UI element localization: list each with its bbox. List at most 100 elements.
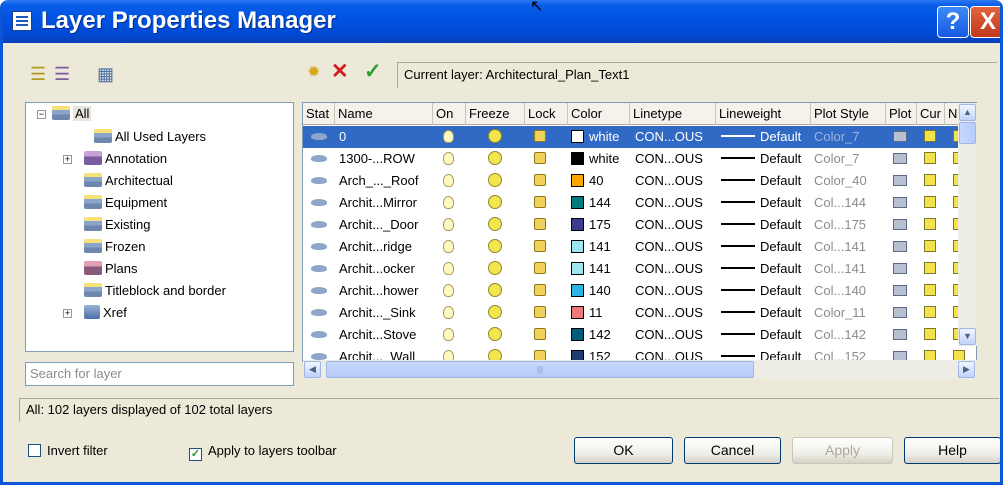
delete-layer-icon[interactable]: ✕ [331, 61, 349, 82]
col-header-lineweight[interactable]: Lineweight [716, 103, 811, 125]
layer-lineweight[interactable]: Default [721, 170, 809, 192]
set-current-icon[interactable]: ✓ [364, 61, 382, 82]
layer-row[interactable]: 1300-...ROW white CON...OUS Default Color_7 [303, 148, 976, 170]
checkbox-box[interactable] [28, 444, 41, 457]
layer-name[interactable]: 1300-...ROW [339, 148, 431, 170]
layer-linetype[interactable]: CON...OUS [635, 236, 715, 258]
layer-row[interactable]: Archit...ridge 141 CON...OUS Default Col...1… [303, 236, 976, 258]
printer-plot-icon[interactable] [893, 175, 907, 186]
unlocked-padlock-icon[interactable] [534, 306, 546, 318]
layer-plot-style[interactable]: Color_7 [814, 126, 884, 148]
layer-color[interactable]: 141 [571, 236, 631, 258]
layer-lineweight[interactable]: Default [721, 214, 809, 236]
col-header-on[interactable]: On [433, 103, 466, 125]
sun-thawed-icon[interactable] [488, 283, 502, 297]
sun-thawed-icon[interactable] [488, 217, 502, 231]
layer-row[interactable]: Archit..._Door 175 CON...OUS Default Col...1… [303, 214, 976, 236]
printer-plot-icon[interactable] [893, 285, 907, 296]
layer-name[interactable]: Archit...Mirror [339, 192, 431, 214]
col-header-linetype[interactable]: Linetype [630, 103, 716, 125]
layer-plot-style[interactable]: Col...140 [814, 280, 884, 302]
layer-lineweight[interactable]: Default [721, 192, 809, 214]
printer-plot-icon[interactable] [893, 197, 907, 208]
layer-name[interactable]: Archit...hower [339, 280, 431, 302]
tree-node-xref[interactable]: Xref [84, 304, 127, 322]
lightbulb-on-icon[interactable] [443, 218, 454, 231]
layer-linetype[interactable]: CON...OUS [635, 214, 715, 236]
layer-plot-style[interactable]: Color_7 [814, 148, 884, 170]
tree-node-all-used-layers[interactable]: All Used Layers [94, 128, 206, 146]
new-layer-icon[interactable]: ✹ [307, 63, 320, 83]
col-header-cur[interactable]: Cur [917, 103, 945, 125]
tree-node-existing[interactable]: Existing [84, 216, 151, 234]
layer-linetype[interactable]: CON...OUS [635, 280, 715, 302]
layer-row[interactable]: Archit...ocker 141 CON...OUS Default Col...1… [303, 258, 976, 280]
cancel-button[interactable]: Cancel [684, 437, 781, 464]
layer-name[interactable]: Arch_..._Roof [339, 170, 431, 192]
sun-thawed-icon[interactable] [488, 327, 502, 341]
col-header-stat[interactable]: Stat [303, 103, 335, 125]
layer-color[interactable]: 175 [571, 214, 631, 236]
layer-plot-style[interactable]: Color_40 [814, 170, 884, 192]
layer-linetype[interactable]: CON...OUS [635, 302, 715, 324]
tree-node-architectual[interactable]: Architectual [84, 172, 173, 190]
layer-plot-style[interactable]: Col...142 [814, 324, 884, 346]
layer-linetype[interactable]: CON...OUS [635, 324, 715, 346]
layer-name[interactable]: 0 [339, 126, 431, 148]
unlocked-padlock-icon[interactable] [534, 328, 546, 340]
layer-color[interactable]: 142 [571, 324, 631, 346]
lightbulb-on-icon[interactable] [443, 240, 454, 253]
printer-plot-icon[interactable] [893, 219, 907, 230]
scroll-right-button[interactable]: ▶ [958, 361, 975, 378]
col-header-name[interactable]: Name [335, 103, 433, 125]
sun-thawed-icon[interactable] [488, 261, 502, 275]
current-vp-freeze-icon[interactable] [924, 174, 936, 186]
layer-lineweight[interactable]: Default [721, 280, 809, 302]
layer-color[interactable]: 140 [571, 280, 631, 302]
layer-plot-style[interactable]: Col...144 [814, 192, 884, 214]
lightbulb-on-icon[interactable] [443, 152, 454, 165]
new-property-filter-icon[interactable]: ☰ [30, 64, 46, 84]
printer-plot-icon[interactable] [893, 153, 907, 164]
filter-tree[interactable]: − All All Used Layers + Annotation Archi… [25, 102, 294, 352]
lightbulb-on-icon[interactable] [443, 284, 454, 297]
unlocked-padlock-icon[interactable] [534, 240, 546, 252]
current-vp-freeze-icon[interactable] [924, 306, 936, 318]
layer-color[interactable]: 144 [571, 192, 631, 214]
new-group-filter-icon[interactable]: ☰ [54, 64, 70, 84]
layer-color[interactable]: 11 [571, 302, 631, 324]
printer-plot-icon[interactable] [893, 329, 907, 340]
title-bar[interactable]: Layer Properties Manager ? X [3, 0, 1000, 43]
lightbulb-on-icon[interactable] [443, 174, 454, 187]
tree-node-equipment[interactable]: Equipment [84, 194, 167, 212]
layer-lineweight[interactable]: Default [721, 324, 809, 346]
tree-node-annotation[interactable]: Annotation [84, 150, 167, 168]
sun-thawed-icon[interactable] [488, 305, 502, 319]
layer-row[interactable]: Archit...Mirror 144 CON...OUS Default Col...… [303, 192, 976, 214]
layer-color[interactable]: 141 [571, 258, 631, 280]
col-header-plot[interactable]: Plot [886, 103, 917, 125]
layer-color[interactable]: white [571, 126, 631, 148]
layer-states-manager-icon[interactable]: ▦ [97, 64, 114, 84]
col-header-color[interactable]: Color [568, 103, 630, 125]
current-vp-freeze-icon[interactable] [924, 284, 936, 296]
collapse-all-toggle[interactable]: − [37, 110, 46, 119]
grid-horizontal-scrollbar[interactable]: ◀ ||| ▶ [303, 360, 977, 379]
layer-row[interactable]: Archit...hower 140 CON...OUS Default Col...1… [303, 280, 976, 302]
layer-name[interactable]: Archit...Stove [339, 324, 431, 346]
layer-color[interactable]: white [571, 148, 631, 170]
help-title-button[interactable]: ? [937, 6, 969, 38]
unlocked-padlock-icon[interactable] [534, 218, 546, 230]
sun-thawed-icon[interactable] [488, 173, 502, 187]
sun-thawed-icon[interactable] [488, 151, 502, 165]
layer-row[interactable]: Archit...Stove 142 CON...OUS Default Col...1… [303, 324, 976, 346]
printer-plot-icon[interactable] [893, 307, 907, 318]
layer-linetype[interactable]: CON...OUS [635, 170, 715, 192]
tree-node-titleblock-and-border[interactable]: Titleblock and border [84, 282, 226, 300]
horizontal-scroll-thumb[interactable]: ||| [326, 361, 754, 378]
apply-button[interactable]: Apply [792, 437, 893, 464]
current-vp-freeze-icon[interactable] [924, 130, 936, 142]
current-vp-freeze-icon[interactable] [924, 262, 936, 274]
sun-thawed-icon[interactable] [488, 195, 502, 209]
help-button[interactable]: Help [904, 437, 1000, 464]
